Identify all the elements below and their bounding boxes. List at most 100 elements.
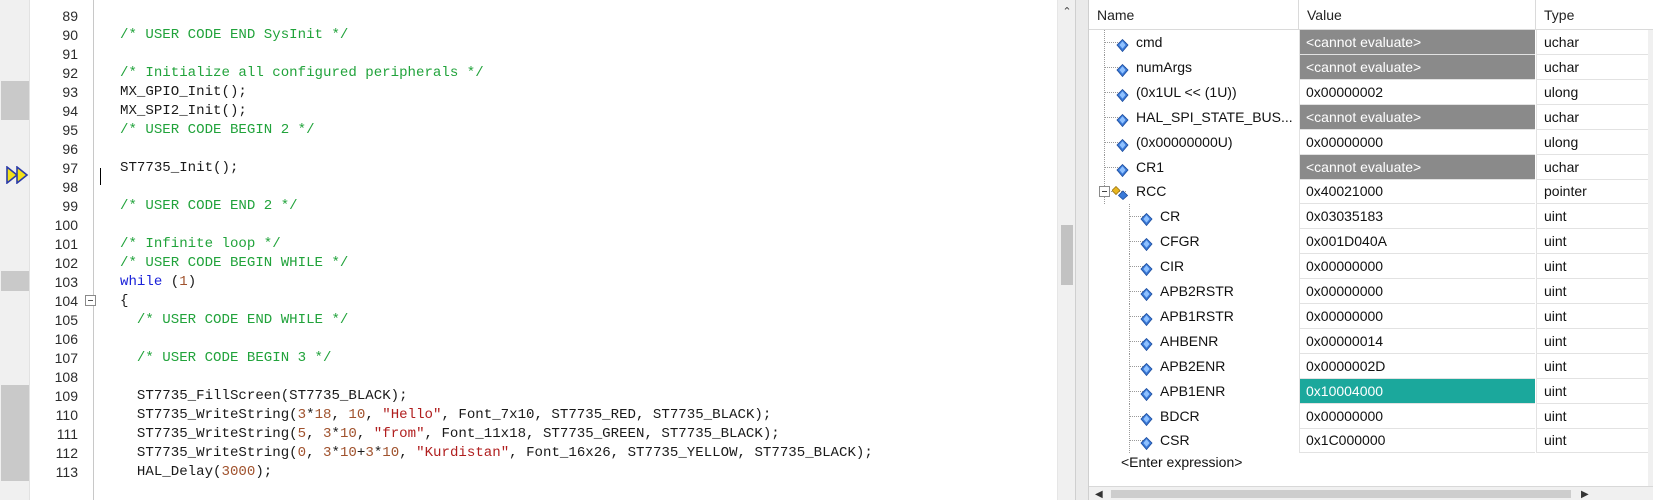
watch-row[interactable]: numArgs <cannot evaluate> uchar xyxy=(1089,54,1653,80)
code-line[interactable]: ST7735_WriteString(0, 3*10+3*10, "Kurdis… xyxy=(120,443,873,463)
code-line[interactable]: HAL_Delay(3000); xyxy=(120,462,272,482)
watch-name-cell[interactable]: (0x1UL << (1U)) xyxy=(1089,79,1298,105)
watch-value-cell[interactable]: 0x00000000 xyxy=(1299,403,1535,429)
code-line[interactable]: ST7735_FillScreen(ST7735_BLACK); xyxy=(120,386,408,406)
fold-collapse-icon[interactable] xyxy=(85,295,96,306)
code-line[interactable]: /* USER CODE END SysInit */ xyxy=(120,25,348,45)
watch-row[interactable]: CSR 0x1C000000 uint xyxy=(1089,428,1653,454)
enter-expression-row[interactable]: <Enter expression> xyxy=(1121,454,1242,470)
watch-name-cell[interactable]: BDCR xyxy=(1089,403,1298,429)
code-line[interactable]: /* USER CODE BEGIN 2 */ xyxy=(120,120,315,140)
column-header-value[interactable]: Value xyxy=(1299,0,1536,30)
watch-name-cell[interactable]: APB1RSTR xyxy=(1089,303,1298,329)
watch-name-cell[interactable]: CFGR xyxy=(1089,229,1298,255)
code-line[interactable]: ST7735_Init(); xyxy=(120,158,238,178)
watch-row[interactable]: HAL_SPI_STATE_BUS... <cannot evaluate> uch… xyxy=(1089,104,1653,130)
line-number: 106 xyxy=(54,331,78,347)
watch-value-cell[interactable]: 0x10004000 xyxy=(1299,378,1535,404)
watch-row[interactable]: (0x1UL << (1U)) 0x00000002 ulong xyxy=(1089,79,1653,105)
executable-line-marker[interactable] xyxy=(0,385,30,405)
watch-horizontal-scrollbar[interactable]: ◀ ▶ xyxy=(1089,486,1653,500)
editor-scroll-thumb[interactable] xyxy=(1061,225,1073,285)
watch-row[interactable]: CR1 <cannot evaluate> uchar xyxy=(1089,154,1653,180)
watch-vertical-scrollbar[interactable] xyxy=(1648,30,1653,486)
watch-name-cell[interactable]: AHBENR xyxy=(1089,328,1298,354)
code-line[interactable]: /* USER CODE END 2 */ xyxy=(120,196,298,216)
variable-icon xyxy=(1140,409,1153,426)
watch-value-cell[interactable]: 0x00000000 xyxy=(1299,254,1535,280)
pane-splitter[interactable] xyxy=(1075,0,1089,500)
watch-value-cell[interactable]: <cannot evaluate> xyxy=(1299,30,1535,55)
code-line[interactable]: ST7735_WriteString(3*18, 10, "Hello", Fo… xyxy=(120,405,771,425)
watch-row[interactable]: cmd <cannot evaluate> uchar xyxy=(1089,30,1653,55)
watch-row[interactable]: AHBENR 0x00000014 uint xyxy=(1089,328,1653,354)
watch-value-cell[interactable]: 0x03035183 xyxy=(1299,204,1535,230)
watch-row[interactable]: APB1RSTR 0x00000000 uint xyxy=(1089,303,1653,329)
scroll-left-icon[interactable]: ◀ xyxy=(1095,489,1103,500)
executable-line-marker[interactable] xyxy=(0,271,30,291)
watch-value-cell[interactable]: <cannot evaluate> xyxy=(1299,54,1535,80)
watch-value-cell[interactable]: 0x00000014 xyxy=(1299,328,1535,354)
executable-line-marker[interactable] xyxy=(0,461,30,481)
watch-value-cell[interactable]: 0x40021000 xyxy=(1299,179,1535,205)
collapse-icon[interactable] xyxy=(1099,186,1110,198)
code-line[interactable]: /* Infinite loop */ xyxy=(120,234,281,254)
code-line[interactable]: /* USER CODE END WHILE */ xyxy=(120,310,348,330)
watch-name-cell[interactable]: RCC xyxy=(1089,179,1298,205)
watch-row[interactable]: CIR 0x00000000 uint xyxy=(1089,254,1653,280)
executable-line-marker[interactable] xyxy=(0,100,30,120)
executable-line-marker[interactable] xyxy=(0,442,30,462)
code-line[interactable]: while (1) xyxy=(120,272,196,292)
watch-row[interactable]: RCC 0x40021000 pointer xyxy=(1089,179,1653,205)
watch-row[interactable]: BDCR 0x00000000 uint xyxy=(1089,403,1653,429)
watch-name-cell[interactable]: CR1 xyxy=(1089,154,1298,180)
watch-name-cell[interactable]: (0x00000000U) xyxy=(1089,129,1298,155)
watch-hscroll-thumb[interactable] xyxy=(1111,490,1571,498)
watch-value-cell[interactable]: 0x00000000 xyxy=(1299,303,1535,329)
watch-value-cell[interactable]: <cannot evaluate> xyxy=(1299,154,1535,180)
variable-icon xyxy=(1116,135,1129,152)
code-token: { xyxy=(120,293,129,309)
code-line[interactable]: { xyxy=(120,291,128,311)
executable-line-marker[interactable] xyxy=(0,423,30,443)
watch-row[interactable]: APB2RSTR 0x00000000 uint xyxy=(1089,279,1653,304)
watch-name-cell[interactable]: cmd xyxy=(1089,30,1298,55)
code-line[interactable]: MX_SPI2_Init(); xyxy=(120,101,247,121)
watch-row[interactable]: APB2ENR 0x0000002D uint xyxy=(1089,353,1653,379)
watch-row[interactable]: APB1ENR 0x10004000 uint xyxy=(1089,378,1653,404)
watch-value-cell[interactable]: 0x00000002 xyxy=(1299,79,1535,105)
watch-name-cell[interactable]: HAL_SPI_STATE_BUS... xyxy=(1089,104,1298,130)
watch-type-cell: uint xyxy=(1536,328,1653,354)
code-editor[interactable]: /* USER CODE END SysInit */ /* Initialize… xyxy=(0,0,1075,500)
code-line[interactable]: /* USER CODE BEGIN WHILE */ xyxy=(120,253,348,273)
watch-value-cell[interactable]: 0x00000000 xyxy=(1299,129,1535,155)
code-line[interactable]: MX_GPIO_Init(); xyxy=(120,82,247,102)
watch-name-cell[interactable]: CSR xyxy=(1089,428,1298,454)
watch-name-cell[interactable]: APB2ENR xyxy=(1089,353,1298,379)
line-number: 103 xyxy=(54,274,78,290)
code-line[interactable]: /* Initialize all configured peripherals… xyxy=(120,63,484,83)
code-line[interactable]: ST7735_WriteString(5, 3*10, "from", Font… xyxy=(120,424,780,444)
executable-line-marker[interactable] xyxy=(0,81,30,101)
executable-line-marker[interactable] xyxy=(0,404,30,424)
watch-value-cell[interactable]: 0x001D040A xyxy=(1299,229,1535,255)
watch-name-cell[interactable]: CR xyxy=(1089,204,1298,230)
watch-row[interactable]: (0x00000000U) 0x00000000 ulong xyxy=(1089,129,1653,155)
column-header-name[interactable]: Name xyxy=(1089,0,1299,30)
column-header-type[interactable]: Type xyxy=(1536,0,1653,30)
code-area[interactable]: /* USER CODE END SysInit */ /* Initialize… xyxy=(120,0,1055,500)
code-line[interactable]: /* USER CODE BEGIN 3 */ xyxy=(120,348,332,368)
watch-name-cell[interactable]: numArgs xyxy=(1089,54,1298,80)
watch-row[interactable]: CFGR 0x001D040A uint xyxy=(1089,229,1653,255)
watch-name-cell[interactable]: APB1ENR xyxy=(1089,378,1298,404)
watch-name-cell[interactable]: CIR xyxy=(1089,254,1298,280)
watch-value-cell[interactable]: 0x1C000000 xyxy=(1299,428,1535,454)
watch-value-cell[interactable]: 0x00000000 xyxy=(1299,279,1535,304)
watch-value-cell[interactable]: 0x0000002D xyxy=(1299,353,1535,379)
scroll-up-icon[interactable]: ⌃ xyxy=(1061,6,1073,18)
watch-row[interactable]: CR 0x03035183 uint xyxy=(1089,204,1653,230)
watch-value-cell[interactable]: <cannot evaluate> xyxy=(1299,104,1535,130)
watch-name-cell[interactable]: APB2RSTR xyxy=(1089,279,1298,304)
scroll-right-icon[interactable]: ▶ xyxy=(1581,489,1589,500)
editor-vertical-scrollbar[interactable]: ⌃ xyxy=(1057,0,1075,500)
